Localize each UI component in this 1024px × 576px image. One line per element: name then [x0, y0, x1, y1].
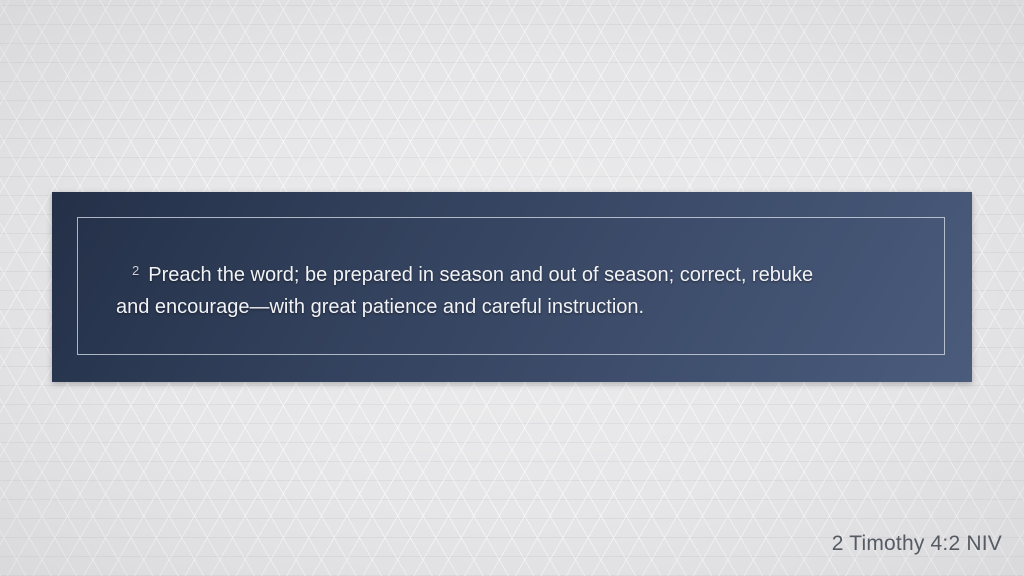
verse-text: 2 Preach the word; be prepared in season …: [116, 255, 936, 323]
verse-line-1-text: Preach the word; be prepared in season a…: [148, 264, 814, 286]
verse-line-1: 2 Preach the word; be prepared in season …: [116, 255, 936, 291]
verse-panel: 2 Preach the word; be prepared in season …: [52, 192, 972, 382]
verse-line-2: and encourage—with great patience and ca…: [116, 296, 645, 318]
verse-number: 2: [132, 263, 140, 278]
scripture-reference: 2 Timothy 4:2 NIV: [831, 532, 1002, 555]
slide: { "verse": { "number": "2", "line1": "Pr…: [0, 0, 1024, 576]
